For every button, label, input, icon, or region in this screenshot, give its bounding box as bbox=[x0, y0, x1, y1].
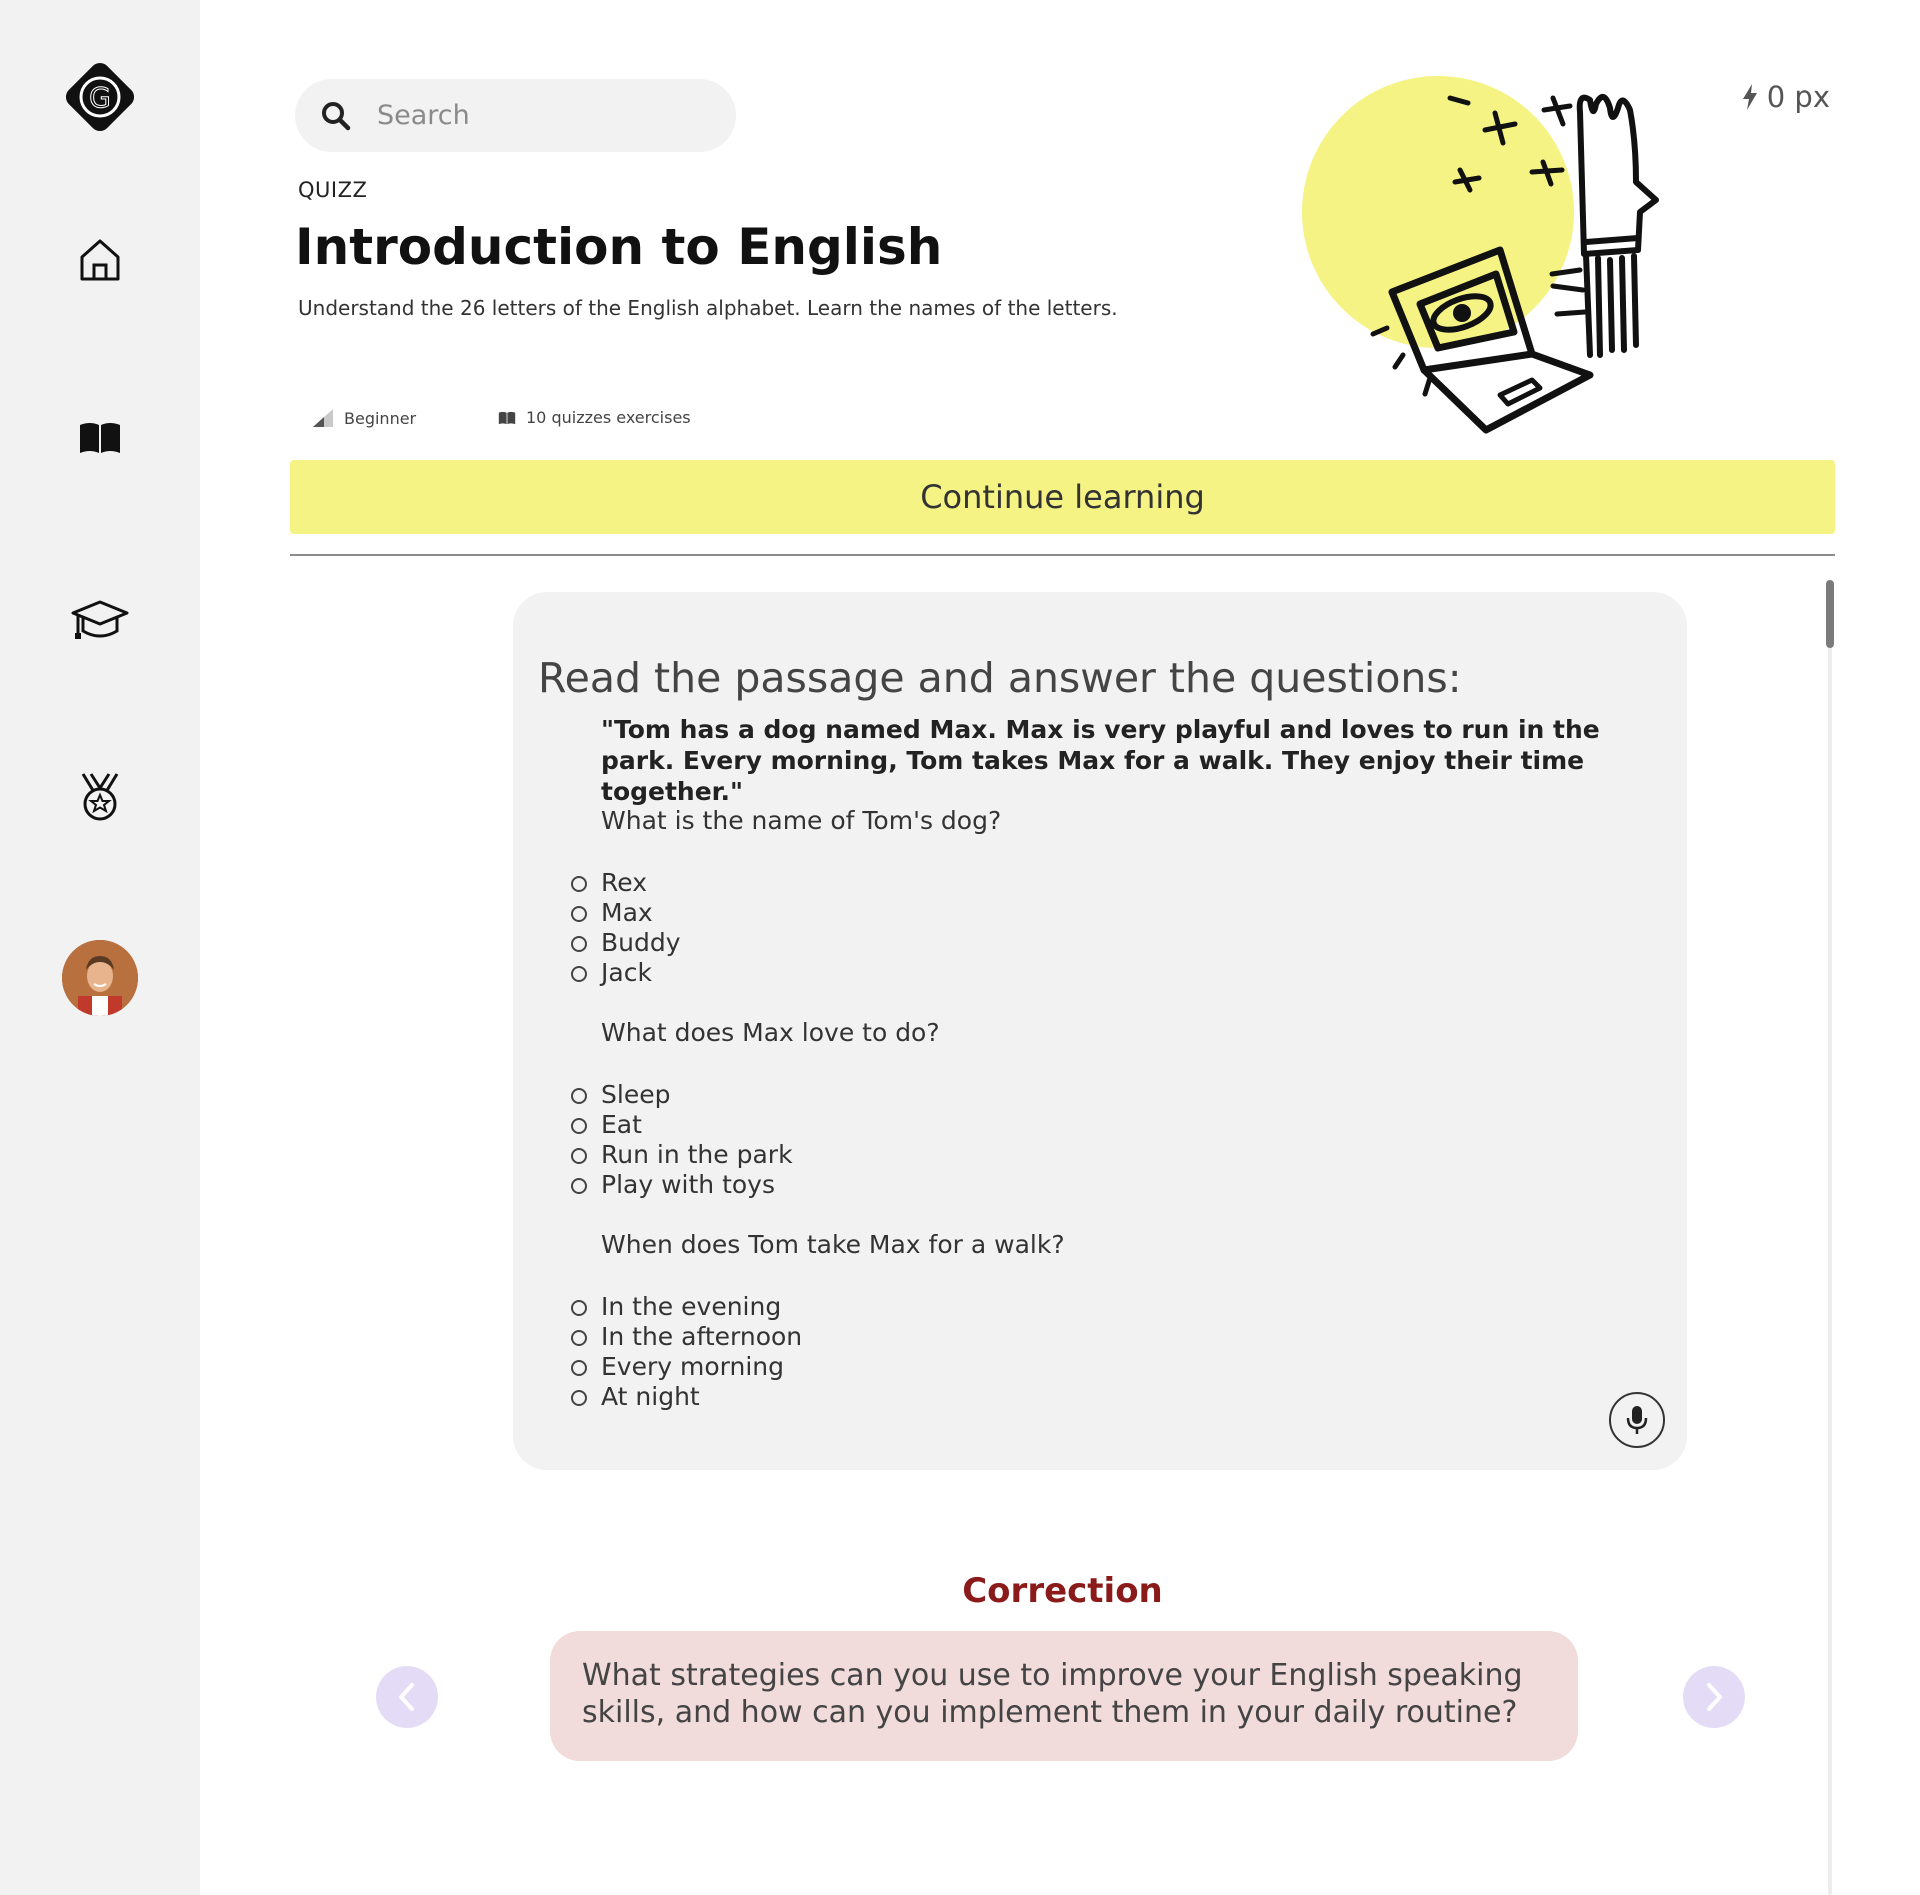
continue-learning-button[interactable]: Continue learning bbox=[290, 460, 1835, 534]
microphone-button[interactable] bbox=[1609, 1392, 1665, 1448]
search-icon bbox=[319, 99, 353, 133]
option-label: Sleep bbox=[601, 1079, 671, 1109]
option-label: Eat bbox=[601, 1109, 642, 1139]
sidebar-item-learning[interactable] bbox=[71, 599, 129, 641]
question-2: What does Max love to do? bbox=[601, 1018, 940, 1047]
sidebar-item-courses[interactable] bbox=[78, 421, 122, 455]
quiz-title: Read the passage and answer the question… bbox=[538, 654, 1462, 702]
search-bar[interactable] bbox=[295, 79, 736, 152]
microphone-icon bbox=[1626, 1406, 1648, 1434]
quiz-card: Read the passage and answer the question… bbox=[513, 592, 1687, 1470]
xp-counter: 0 px bbox=[1741, 80, 1830, 114]
logo-letter: G bbox=[89, 81, 111, 114]
chevron-left-icon bbox=[399, 1683, 414, 1711]
option-radio[interactable]: Eat bbox=[571, 1109, 793, 1139]
radio-icon bbox=[571, 1390, 587, 1406]
page-kicker: QUIZZ bbox=[298, 178, 368, 202]
radio-icon bbox=[571, 906, 587, 922]
option-label: At night bbox=[601, 1381, 700, 1411]
sidebar-item-home[interactable] bbox=[78, 237, 122, 283]
radio-icon bbox=[571, 1088, 587, 1104]
option-radio[interactable]: Play with toys bbox=[571, 1169, 793, 1199]
radio-icon bbox=[571, 936, 587, 952]
page-title: Introduction to English bbox=[295, 218, 943, 276]
quiz-passage: "Tom has a dog named Max. Max is very pl… bbox=[601, 715, 1600, 806]
divider bbox=[290, 554, 1835, 556]
option-label: Play with toys bbox=[601, 1169, 775, 1199]
option-label: In the evening bbox=[601, 1291, 782, 1321]
radio-icon bbox=[571, 876, 587, 892]
question-3: When does Tom take Max for a walk? bbox=[601, 1230, 1065, 1259]
logo[interactable]: G bbox=[60, 57, 140, 137]
correction-text: What strategies can you use to improve y… bbox=[550, 1631, 1578, 1761]
option-label: Every morning bbox=[601, 1351, 784, 1381]
exercises-label: 10 quizzes exercises bbox=[526, 408, 691, 427]
level-badge: Beginner bbox=[312, 408, 416, 428]
option-radio[interactable]: At night bbox=[571, 1381, 802, 1411]
sidebar-item-achievements[interactable] bbox=[77, 772, 123, 822]
option-label: Rex bbox=[601, 867, 647, 897]
scrollbar-thumb[interactable] bbox=[1826, 580, 1834, 648]
home-icon bbox=[80, 239, 120, 281]
level-label: Beginner bbox=[344, 408, 417, 428]
radio-icon bbox=[571, 1178, 587, 1194]
option-label: Buddy bbox=[601, 927, 681, 957]
option-radio[interactable]: In the afternoon bbox=[571, 1321, 802, 1351]
medal-icon bbox=[81, 773, 119, 821]
radio-icon bbox=[571, 966, 587, 982]
previous-button[interactable] bbox=[376, 1666, 438, 1728]
radio-icon bbox=[571, 1300, 587, 1316]
option-label: Jack bbox=[601, 957, 652, 987]
question-2-options: Sleep Eat Run in the park Play with toys bbox=[571, 1079, 793, 1199]
option-radio[interactable]: In the evening bbox=[571, 1291, 802, 1321]
question-3-options: In the evening In the afternoon Every mo… bbox=[571, 1291, 802, 1411]
laptop-illustration bbox=[1302, 76, 1659, 434]
search-input[interactable] bbox=[375, 99, 709, 132]
question-1: What is the name of Tom's dog? bbox=[601, 806, 1002, 835]
option-radio[interactable]: Sleep bbox=[571, 1079, 793, 1109]
user-avatar[interactable] bbox=[62, 940, 138, 1016]
option-label: Run in the park bbox=[601, 1139, 793, 1169]
graduation-cap-icon bbox=[71, 600, 129, 639]
logo-icon: G bbox=[65, 62, 135, 132]
option-label: Max bbox=[601, 897, 653, 927]
option-radio[interactable]: Rex bbox=[571, 867, 681, 897]
lightning-icon bbox=[1742, 84, 1757, 110]
correction-title: Correction bbox=[962, 1571, 1163, 1611]
book-icon bbox=[498, 411, 516, 424]
option-radio[interactable]: Jack bbox=[571, 957, 681, 987]
option-radio[interactable]: Max bbox=[571, 897, 681, 927]
option-label: In the afternoon bbox=[601, 1321, 803, 1351]
radio-icon bbox=[571, 1360, 587, 1376]
radio-icon bbox=[571, 1330, 587, 1346]
radio-icon bbox=[571, 1118, 587, 1134]
option-radio[interactable]: Buddy bbox=[571, 927, 681, 957]
option-radio[interactable]: Run in the park bbox=[571, 1139, 793, 1169]
option-radio[interactable]: Every morning bbox=[571, 1351, 802, 1381]
book-icon bbox=[80, 423, 120, 453]
exercises-count: 10 quizzes exercises bbox=[498, 408, 691, 427]
next-button[interactable] bbox=[1683, 1666, 1745, 1728]
question-1-options: Rex Max Buddy Jack bbox=[571, 867, 681, 987]
page-subtitle: Understand the 26 letters of the English… bbox=[298, 296, 1118, 320]
avatar bbox=[62, 940, 138, 1016]
radio-icon bbox=[571, 1148, 587, 1164]
scrollbar-track[interactable] bbox=[1828, 580, 1832, 1895]
xp-value: 0 px bbox=[1766, 80, 1830, 114]
signal-strength-icon bbox=[313, 409, 333, 427]
chevron-right-icon bbox=[1707, 1683, 1722, 1711]
